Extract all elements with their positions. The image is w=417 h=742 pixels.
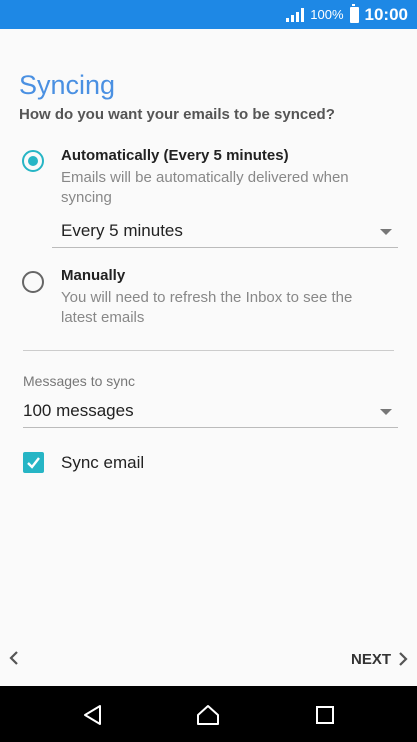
option-manually-description: You will need to refresh the Inbox to se… — [61, 289, 353, 326]
messages-to-sync-value: 100 messages — [23, 401, 134, 420]
home-icon[interactable] — [195, 702, 221, 728]
page-subtitle: How do you want your emails to be synced… — [19, 106, 335, 123]
battery-icon — [349, 3, 359, 23]
radio-manually[interactable] — [22, 271, 44, 293]
messages-to-sync-dropdown[interactable]: 100 messages — [23, 400, 398, 428]
back-icon[interactable] — [80, 702, 106, 728]
clock: 10:00 — [364, 4, 408, 24]
back-chevron-icon[interactable] — [7, 650, 21, 666]
dropdown-arrow-icon — [380, 229, 392, 235]
radio-automatically[interactable] — [22, 150, 44, 172]
sync-frequency-dropdown[interactable]: Every 5 minutes — [52, 220, 398, 248]
chevron-right-icon — [399, 652, 408, 666]
dropdown-arrow-icon — [380, 409, 392, 415]
status-bar: 100% 10:00 — [0, 0, 417, 29]
sync-email-label[interactable]: Sync email — [61, 453, 144, 473]
messages-to-sync-label: Messages to sync — [23, 373, 136, 389]
option-automatically-title[interactable]: Automatically (Every 5 minutes) — [61, 147, 289, 164]
option-manually-title[interactable]: Manually — [61, 267, 125, 284]
battery-percent: 100% — [310, 7, 344, 22]
navigation-bar — [0, 686, 417, 742]
sync-email-checkbox[interactable] — [23, 452, 44, 473]
divider — [23, 350, 394, 351]
option-automatically-description: Emails will be automatically delivered w… — [61, 169, 349, 206]
next-button[interactable]: NEXT — [351, 648, 409, 670]
next-label: NEXT — [350, 650, 391, 668]
signal-icon — [286, 7, 305, 22]
sync-frequency-value: Every 5 minutes — [61, 221, 183, 240]
page-title: Syncing — [19, 70, 116, 100]
recent-apps-icon[interactable] — [312, 702, 338, 728]
checkmark-icon — [27, 457, 40, 469]
